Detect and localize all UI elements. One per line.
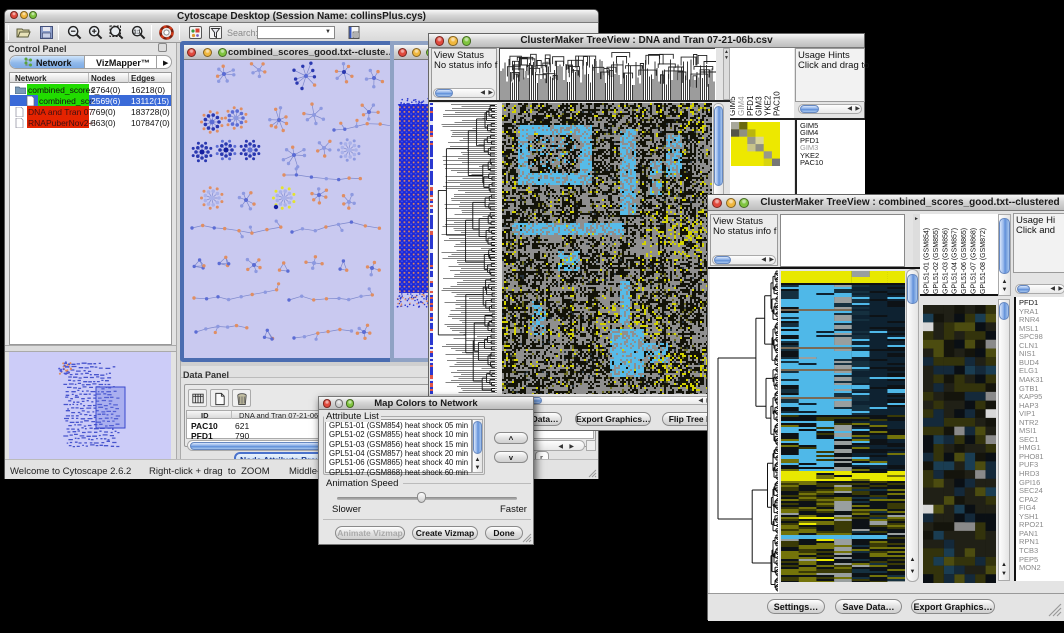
svg-text:GPL51-08 (GSM872): GPL51-08 (GSM872) <box>980 228 987 294</box>
svg-text:GPL51-03 (GSM856): GPL51-03 (GSM856) <box>942 228 949 294</box>
svg-text:PAC10: PAC10 <box>773 91 782 116</box>
svg-text:1:1: 1:1 <box>134 29 141 35</box>
svg-text:PFD1: PFD1 <box>746 95 755 116</box>
svg-text:GPL51-07 (GSM868): GPL51-07 (GSM868) <box>971 228 978 294</box>
svg-text:GPL51-01 (GSM854): GPL51-01 (GSM854) <box>924 228 931 294</box>
svg-text:GPL51-06 (GSM865): GPL51-06 (GSM865) <box>961 228 968 294</box>
svg-text:GIM3: GIM3 <box>755 96 764 116</box>
svg-text:YKE2: YKE2 <box>764 95 773 116</box>
svg-text:GPL51-02 (GSM855): GPL51-02 (GSM855) <box>933 228 940 294</box>
svg-text:GPL51-04 (GSM857): GPL51-04 (GSM857) <box>952 228 959 294</box>
svg-text:GIM4: GIM4 <box>737 96 746 116</box>
